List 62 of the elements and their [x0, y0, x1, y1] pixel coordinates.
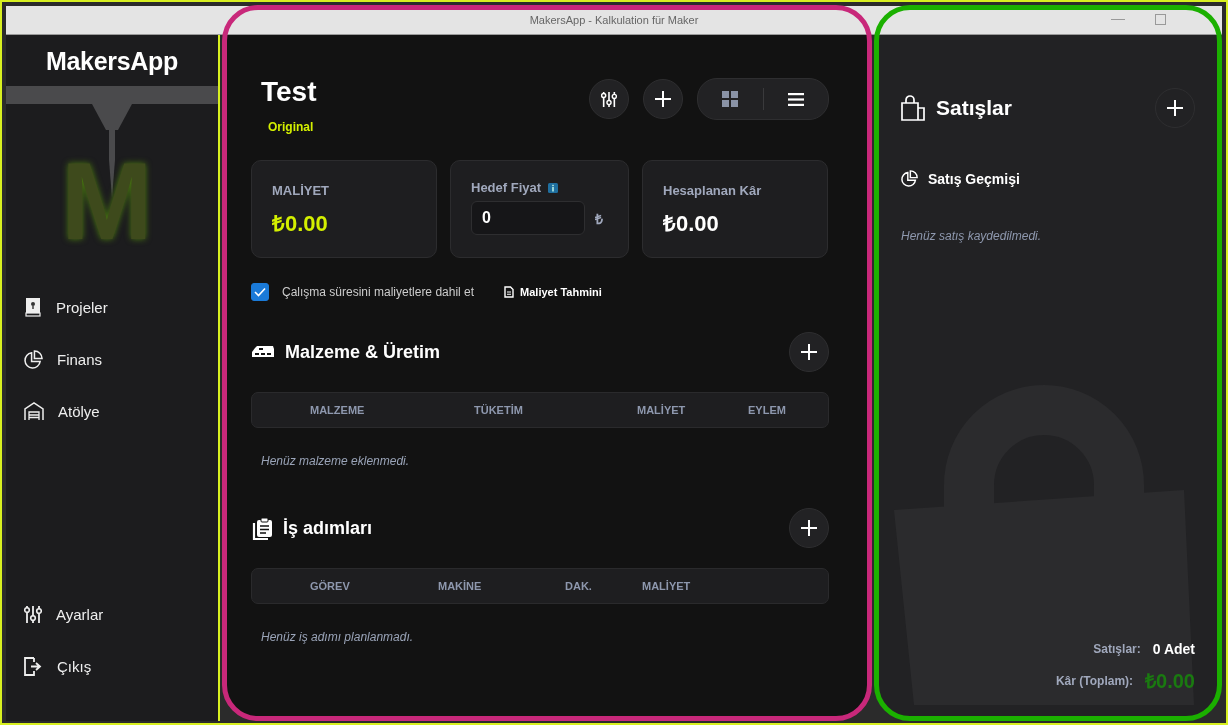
list-icon — [787, 92, 804, 106]
add-button[interactable] — [789, 508, 829, 548]
profit-value: ₺0.00 — [663, 210, 720, 237]
empty-message: Henüz iş adımı planlanmadı. — [261, 630, 415, 644]
garage-icon — [24, 401, 44, 421]
settings-button[interactable] — [589, 79, 629, 119]
summary-label: Kâr (Toplam): — [1055, 673, 1134, 688]
empty-message: Henüz malzeme eklenmedi. — [261, 454, 411, 468]
estimate-link[interactable]: Maliyet Tahmini — [504, 286, 602, 298]
summary-value: ₺0.00 — [1145, 669, 1195, 694]
exit-icon — [24, 656, 43, 676]
column-header: EYLEM — [748, 404, 787, 416]
plus-icon — [800, 519, 818, 537]
sliders-icon — [24, 604, 42, 624]
column-header: MALZEME — [310, 404, 366, 416]
project-subtitle: Original — [268, 120, 315, 134]
add-button[interactable] — [789, 332, 829, 372]
pie-chart-icon — [24, 349, 43, 369]
empty-message: Henüz satış kaydedilmedi. — [901, 229, 1043, 243]
history-title: Satış Geçmişi — [928, 170, 1020, 187]
plus-icon — [800, 343, 818, 361]
column-header: MALİYET — [637, 404, 687, 416]
sliders-icon — [601, 90, 617, 108]
shopping-bag-icon — [901, 95, 926, 121]
section-title: İş adımları — [283, 517, 373, 539]
column-header: MALİYET — [642, 580, 692, 592]
pie-chart-icon — [901, 170, 918, 187]
sidebar-item[interactable]: Çıkış — [24, 653, 200, 679]
currency-symbol: ₺ — [595, 209, 603, 228]
cost-value: ₺0.00 — [272, 210, 329, 237]
add-button[interactable] — [643, 79, 683, 119]
sidebar-item[interactable]: Finans — [24, 346, 200, 372]
document-icon — [504, 286, 515, 298]
sidebar-item[interactable]: Atölye — [24, 398, 200, 424]
plus-icon — [1166, 99, 1184, 117]
logo-letter: M — [61, 146, 153, 256]
price-input-field[interactable]: 0 — [471, 201, 585, 235]
card-label: Hedef Fiyat — [471, 180, 542, 195]
clipboard-icon — [251, 516, 273, 540]
app-brand: MakersApp — [44, 46, 180, 77]
column-header: TÜKETİM — [474, 404, 524, 416]
summary-value: 0 Adet — [1152, 641, 1195, 657]
sales-title: Satışlar — [936, 96, 1012, 120]
check-icon — [254, 287, 266, 297]
checkbox-label: Çalışma süresini maliyetlere dahil et — [282, 285, 475, 299]
plus-icon — [654, 90, 672, 108]
section-title: Malzeme & Üretim — [285, 341, 441, 363]
window-title: MakersApp - Kalkulation für Maker — [529, 14, 699, 26]
column-header: MAKİNE — [438, 580, 483, 592]
truck-icon — [251, 345, 275, 359]
card-label: MALİYET — [272, 183, 331, 198]
book-icon — [24, 297, 42, 317]
column-header: GÖREV — [310, 580, 351, 592]
column-header: DAK. — [565, 580, 593, 592]
card-label: Hesaplanan Kâr — [663, 183, 763, 198]
sidebar-item[interactable]: Projeler — [24, 294, 200, 320]
sidebar-item[interactable]: Ayarlar — [24, 601, 200, 627]
checkbox[interactable] — [251, 283, 269, 301]
grid-icon — [722, 91, 739, 107]
project-title: Test — [261, 76, 317, 108]
summary-label: Satışlar: — [1093, 642, 1141, 656]
info-icon[interactable] — [548, 182, 559, 193]
